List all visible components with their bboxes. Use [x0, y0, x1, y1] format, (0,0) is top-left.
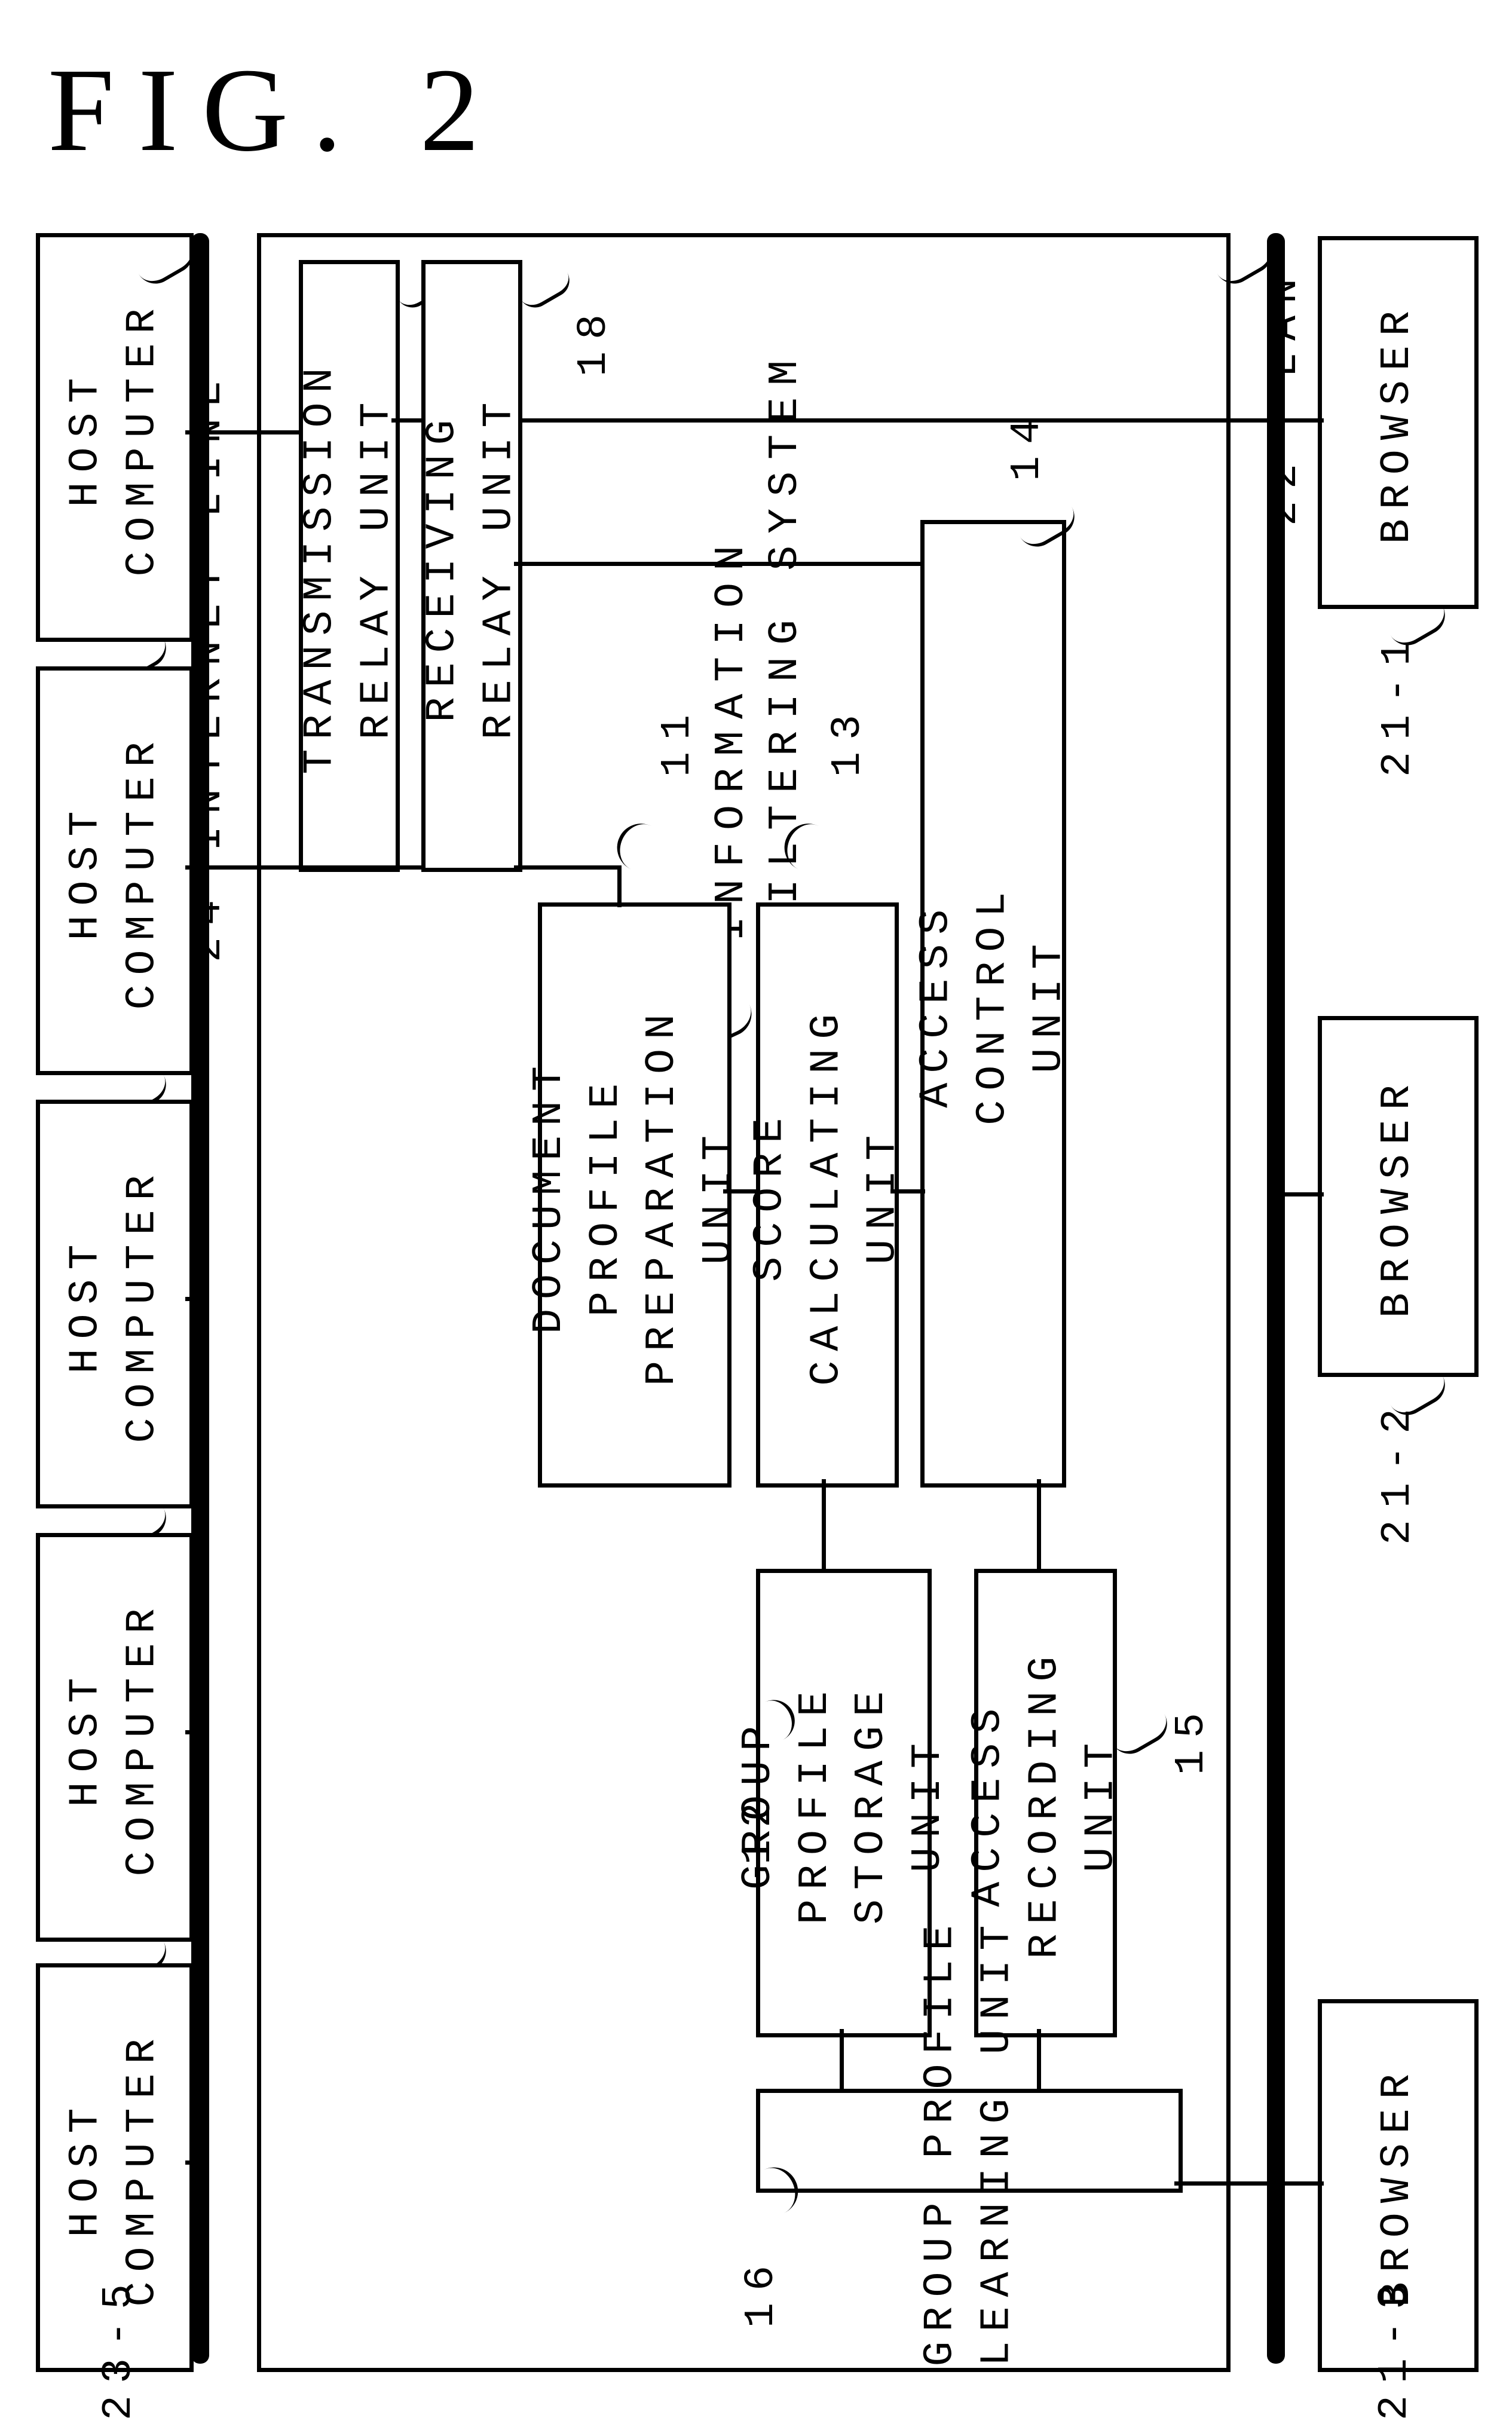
- system-name-1: INFORMATION: [708, 534, 755, 941]
- stub-host-3: [185, 1297, 203, 1301]
- acu-to-aru: [1037, 1479, 1041, 1572]
- browser-3-ref: 21-3: [1372, 2272, 1419, 2420]
- rx-to-doc-h: [514, 865, 622, 870]
- host-1-text: HOST COMPUTER: [59, 299, 172, 576]
- group-profile-learning-unit: GROUP PROFILE LEARNING UNIT: [756, 2089, 1183, 2193]
- rx-to-acu: [514, 562, 926, 566]
- tx-to-internet: [200, 430, 302, 434]
- browser-2-text: BROWSER: [1370, 1075, 1427, 1318]
- score-unit: SCORE CALCULATING UNIT: [756, 902, 899, 1488]
- tx-relay: TRANSMISSION RELAY UNIT: [299, 260, 400, 872]
- group-profile-storage: GROUP PROFILE STORAGE UNIT: [756, 1569, 932, 2037]
- host-3: HOST COMPUTER: [36, 1100, 194, 1508]
- host-2: HOST COMPUTER: [36, 666, 194, 1075]
- browser-1: BROWSER: [1318, 236, 1479, 609]
- browser-1-ref: 21-1: [1375, 629, 1422, 777]
- host-3-text: HOST COMPUTER: [59, 1165, 172, 1443]
- diagram-root: FIG. 2 24 INTERNET LINE 22 LAN INFORMATI…: [0, 0, 1512, 2436]
- rx-relay-text: RECEIVING RELAY UNIT: [415, 393, 528, 739]
- gps-ref: 12: [735, 1791, 782, 1865]
- browser-2-ref: 21-2: [1375, 1397, 1422, 1545]
- rx-to-doc-v: [617, 865, 622, 907]
- score-to-acu: [890, 1189, 925, 1193]
- aru-text: ACCESS RECORDING UNIT: [961, 1647, 1131, 1959]
- host-5-ref: 23-5: [96, 2272, 143, 2420]
- host-5-text: HOST COMPUTER: [59, 2029, 172, 2306]
- rx-ref: 18: [571, 302, 618, 377]
- browser-2: BROWSER: [1318, 1016, 1479, 1377]
- lan-bus: [1267, 233, 1285, 2364]
- rx-to-internet: [200, 865, 424, 870]
- lan-bus-label: 22 LAN: [1261, 267, 1308, 526]
- host-1: HOST COMPUTER: [36, 233, 194, 642]
- rx-relay: RECEIVING RELAY UNIT: [421, 260, 522, 872]
- score-ref: 13: [825, 703, 872, 777]
- doc-profile-text: DOCUMENT PROFILE PREPARATION UNIT: [522, 1004, 748, 1385]
- aru-ref: 15: [1168, 1701, 1216, 1775]
- browser-3-text: BROWSER: [1370, 2064, 1427, 2307]
- score-text: SCORE CALCULATING UNIT: [743, 1004, 913, 1385]
- stub-browser-1: [1279, 418, 1324, 423]
- figure-label: FIG. 2: [48, 42, 503, 179]
- doc-profile-unit: DOCUMENT PROFILE PREPARATION UNIT: [538, 902, 731, 1488]
- stub-browser-2: [1279, 1192, 1324, 1196]
- access-control-unit: ACCESS CONTROL UNIT: [920, 520, 1066, 1488]
- host-2-text: HOST COMPUTER: [59, 732, 172, 1009]
- stub-host-4: [185, 1730, 203, 1734]
- score-to-gps: [822, 1479, 826, 1572]
- stub-host-5: [185, 2160, 203, 2165]
- acu-text: ACCESS CONTROL UNIT: [908, 882, 1078, 1125]
- browser-1-text: BROWSER: [1370, 301, 1427, 544]
- doc-to-score: [723, 1189, 759, 1193]
- stub-browser-3: [1279, 2181, 1324, 2186]
- acu-ref: 14: [1004, 407, 1051, 481]
- doc-ref: 11: [654, 703, 702, 777]
- gpl-text-2: GROUP PROFILE LEARNING UNIT: [913, 1915, 1026, 2366]
- tx-relay-text: TRANSMISSION RELAY UNIT: [293, 358, 406, 774]
- host-4-text: HOST COMPUTER: [59, 1599, 172, 1876]
- host-4: HOST COMPUTER: [36, 1533, 194, 1942]
